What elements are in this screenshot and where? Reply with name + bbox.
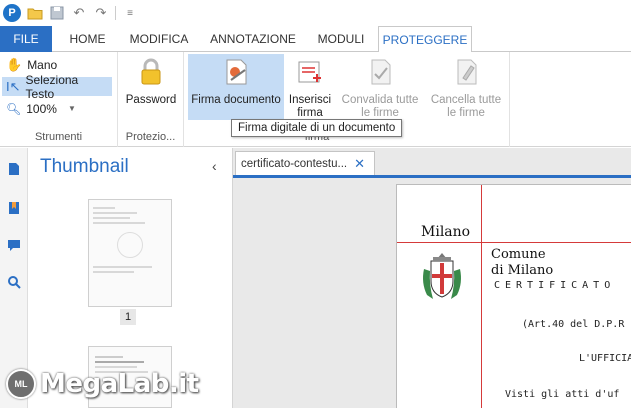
tab-underline <box>233 175 631 178</box>
page-number: 1 <box>120 309 136 325</box>
ribbon-tabs: FILE HOME MODIFICA ANNOTAZIONE MODULI PR… <box>0 26 631 53</box>
close-icon[interactable]: ✕ <box>354 156 365 172</box>
tab-moduli[interactable]: MODULI <box>310 26 372 52</box>
document-tab[interactable]: certificato-contestu... ✕ <box>235 151 375 175</box>
megalab-text: MegaLab.it <box>40 369 199 399</box>
firma-documento-button[interactable]: Firma documento <box>188 54 284 120</box>
document-page[interactable]: Milano Comune di Milano CERTIFICATO (Art… <box>396 184 631 408</box>
document-tab-label: certificato-contestu... <box>241 157 348 170</box>
validate-signatures-icon <box>371 59 391 85</box>
tab-file[interactable]: FILE <box>0 26 52 52</box>
group-label-protezione: Protezio... <box>125 131 176 143</box>
customize-icon[interactable]: ≡ <box>122 5 138 21</box>
convalida-label: Convalida tutte le firme <box>341 94 419 119</box>
group-label-strumenti: Strumenti <box>34 131 83 143</box>
tab-annotazione[interactable]: ANNOTAZIONE <box>204 26 302 52</box>
chevron-down-icon: ▼ <box>67 104 76 113</box>
tab-proteggere[interactable]: PROTEGGERE <box>378 26 472 53</box>
page-thumbnail[interactable] <box>88 199 172 307</box>
group-strumenti: ✋ Mano I↖ Seleziona Testo 🔍︎ 100% ▼ Stru… <box>0 52 118 147</box>
text-cursor-icon: I↖ <box>6 78 21 94</box>
seleziona-testo-button[interactable]: I↖ Seleziona Testo <box>2 73 112 101</box>
lock-icon <box>141 58 161 85</box>
convalida-firme-button[interactable]: Convalida tutte le firme <box>338 54 422 120</box>
redo-icon[interactable]: ↷ <box>93 5 109 21</box>
zoom-dropdown[interactable]: 🔍︎ 100% ▼ <box>2 99 80 118</box>
milano-crest-icon <box>423 253 461 299</box>
search-icon[interactable] <box>7 275 21 289</box>
ufficiale-line: L'UFFICIA <box>579 353 631 364</box>
tab-modifica[interactable]: MODIFICA <box>124 26 194 52</box>
group-protezione: Password Protezio... <box>118 52 184 147</box>
folder-icon[interactable] <box>27 5 43 21</box>
page-icon[interactable] <box>7 162 21 176</box>
undo-icon[interactable]: ↶ <box>71 5 87 21</box>
quick-access-toolbar: P ↶ ↷ ≡ <box>0 0 631 26</box>
password-label: Password <box>125 94 177 106</box>
mano-label: Mano <box>27 57 58 72</box>
chevron-left-icon[interactable]: ‹ <box>212 158 217 174</box>
cancella-label: Cancella tutte le firme <box>430 94 502 119</box>
comment-icon[interactable] <box>7 238 21 252</box>
inserisci-firma-label: Inserisci firma <box>288 94 332 119</box>
toolbar-separator <box>115 6 116 20</box>
bookmark-icon[interactable] <box>7 201 21 215</box>
firma-documento-label: Firma documento <box>191 94 281 106</box>
red-vertical-line <box>481 185 482 408</box>
save-icon[interactable] <box>49 5 65 21</box>
milano-heading: Milano <box>421 224 471 240</box>
tab-home[interactable]: HOME <box>60 26 115 52</box>
megalab-logo: ML <box>6 369 36 399</box>
tooltip: Firma digitale di un documento <box>231 119 403 137</box>
certificato-heading: CERTIFICATO <box>494 280 616 291</box>
megalab-watermark: ML MegaLab.it <box>6 366 199 402</box>
mano-button[interactable]: ✋ Mano <box>2 55 61 74</box>
password-button[interactable]: Password <box>121 54 181 120</box>
seleziona-label: Seleziona Testo <box>25 72 79 101</box>
red-horizontal-line <box>397 242 631 243</box>
sign-document-icon <box>226 59 247 85</box>
hand-icon: ✋ <box>6 56 23 72</box>
clear-signatures-icon <box>457 59 477 85</box>
magnifier-icon: 🔍︎ <box>6 101 22 116</box>
app-logo[interactable]: P <box>3 4 21 22</box>
insert-signature-icon <box>298 61 321 83</box>
cancella-firme-button[interactable]: Cancella tutte le firme <box>426 54 506 120</box>
comune-line1: Comune <box>491 247 546 262</box>
thumbnail-title: Thumbnail <box>40 156 129 177</box>
article-line: (Art.40 del D.P.R <box>522 319 625 330</box>
document-area: certificato-contestu... ✕ Milano Comune … <box>233 148 631 408</box>
comune-line2: di Milano <box>491 263 554 278</box>
zoom-value: 100% <box>26 101 57 116</box>
visti-line: Visti gli atti d'uf <box>505 389 620 400</box>
inserisci-firma-button[interactable]: Inserisci firma <box>288 54 332 120</box>
